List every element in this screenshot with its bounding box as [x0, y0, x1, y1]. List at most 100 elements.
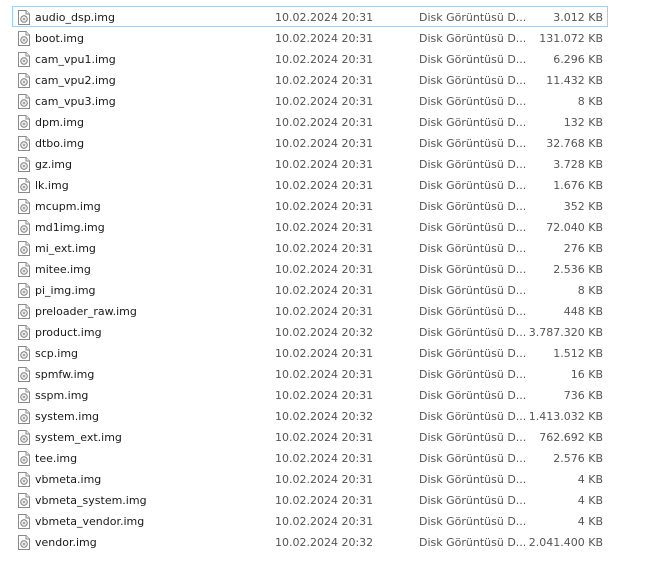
disk-image-file-icon	[17, 10, 31, 25]
file-size: 132 KB	[563, 116, 603, 129]
disk-image-file-icon	[17, 73, 31, 88]
file-name: spmfw.img	[35, 368, 95, 381]
file-row[interactable]: cam_vpu1.img 10.02.2024 20:31 Disk Görün…	[12, 48, 608, 69]
file-size: 736 KB	[563, 389, 603, 402]
file-name: audio_dsp.img	[35, 11, 115, 24]
file-name: mitee.img	[35, 263, 91, 276]
file-size: 16 KB	[570, 368, 603, 381]
file-row[interactable]: gz.img 10.02.2024 20:31 Disk Görüntüsü D…	[12, 153, 608, 174]
file-size: 3.787.320 KB	[528, 326, 603, 339]
disk-image-file-icon	[17, 262, 31, 277]
file-row[interactable]: cam_vpu2.img 10.02.2024 20:31 Disk Görün…	[12, 69, 608, 90]
file-row[interactable]: vendor.img 10.02.2024 20:32 Disk Görüntü…	[12, 531, 608, 552]
disk-image-file-icon	[17, 325, 31, 340]
file-modified-date: 10.02.2024 20:31	[275, 431, 374, 444]
disk-image-file-icon	[17, 346, 31, 361]
file-row[interactable]: vbmeta_vendor.img 10.02.2024 20:31 Disk …	[12, 510, 608, 531]
file-size: 8 KB	[577, 95, 603, 108]
file-size: 4 KB	[577, 515, 603, 528]
file-modified-date: 10.02.2024 20:31	[275, 242, 374, 255]
file-row[interactable]: spmfw.img 10.02.2024 20:31 Disk Görüntüs…	[12, 363, 608, 384]
file-name: vbmeta_system.img	[35, 494, 147, 507]
file-size: 352 KB	[563, 200, 603, 213]
file-size: 4 KB	[577, 473, 603, 486]
file-row[interactable]: mitee.img 10.02.2024 20:31 Disk Görüntüs…	[12, 258, 608, 279]
file-modified-date: 10.02.2024 20:31	[275, 452, 374, 465]
file-size: 448 KB	[563, 305, 603, 318]
file-size: 276 KB	[563, 242, 603, 255]
file-row[interactable]: sspm.img 10.02.2024 20:31 Disk Görüntüsü…	[12, 384, 608, 405]
disk-image-file-icon	[17, 451, 31, 466]
file-modified-date: 10.02.2024 20:31	[275, 74, 374, 87]
file-size: 2.576 KB	[553, 452, 603, 465]
file-list: audio_dsp.img 10.02.2024 20:31 Disk Görü…	[12, 6, 608, 552]
file-name: scp.img	[35, 347, 79, 360]
file-row[interactable]: lk.img 10.02.2024 20:31 Disk Görüntüsü D…	[12, 174, 608, 195]
file-name: gz.img	[35, 158, 73, 171]
disk-image-file-icon	[17, 31, 31, 46]
file-modified-date: 10.02.2024 20:31	[275, 494, 374, 507]
file-size: 8 KB	[577, 284, 603, 297]
file-modified-date: 10.02.2024 20:31	[275, 305, 374, 318]
file-modified-date: 10.02.2024 20:31	[275, 116, 374, 129]
file-size: 1.512 KB	[553, 347, 603, 360]
file-row[interactable]: system.img 10.02.2024 20:32 Disk Görüntü…	[12, 405, 608, 426]
file-modified-date: 10.02.2024 20:31	[275, 95, 374, 108]
file-modified-date: 10.02.2024 20:31	[275, 158, 374, 171]
file-size: 32.768 KB	[546, 137, 603, 150]
file-row[interactable]: md1img.img 10.02.2024 20:31 Disk Görüntü…	[12, 216, 608, 237]
file-name: dtbo.img	[35, 137, 85, 150]
file-modified-date: 10.02.2024 20:31	[275, 347, 374, 360]
file-row[interactable]: pi_img.img 10.02.2024 20:31 Disk Görüntü…	[12, 279, 608, 300]
disk-image-file-icon	[17, 430, 31, 445]
disk-image-file-icon	[17, 94, 31, 109]
disk-image-file-icon	[17, 409, 31, 424]
file-row[interactable]: system_ext.img 10.02.2024 20:31 Disk Gör…	[12, 426, 608, 447]
file-name: system_ext.img	[35, 431, 122, 444]
file-modified-date: 10.02.2024 20:31	[275, 32, 374, 45]
file-name: cam_vpu3.img	[35, 95, 116, 108]
file-row[interactable]: mi_ext.img 10.02.2024 20:31 Disk Görüntü…	[12, 237, 608, 258]
file-row[interactable]: vbmeta_system.img 10.02.2024 20:31 Disk …	[12, 489, 608, 510]
file-size: 131.072 KB	[539, 32, 603, 45]
disk-image-file-icon	[17, 241, 31, 256]
file-size: 11.432 KB	[546, 74, 603, 87]
file-modified-date: 10.02.2024 20:32	[275, 326, 374, 339]
file-name: vbmeta.img	[35, 473, 102, 486]
file-row[interactable]: dpm.img 10.02.2024 20:31 Disk Görüntüsü …	[12, 111, 608, 132]
disk-image-file-icon	[17, 388, 31, 403]
file-name: cam_vpu2.img	[35, 74, 116, 87]
file-size: 762.692 KB	[539, 431, 603, 444]
file-size: 6.296 KB	[553, 53, 603, 66]
file-row[interactable]: audio_dsp.img 10.02.2024 20:31 Disk Görü…	[12, 6, 608, 27]
file-name: cam_vpu1.img	[35, 53, 116, 66]
file-name: sspm.img	[35, 389, 89, 402]
file-modified-date: 10.02.2024 20:31	[275, 11, 374, 24]
disk-image-file-icon	[17, 199, 31, 214]
file-size: 72.040 KB	[546, 221, 603, 234]
file-name: system.img	[35, 410, 100, 423]
file-row[interactable]: dtbo.img 10.02.2024 20:31 Disk Görüntüsü…	[12, 132, 608, 153]
file-modified-date: 10.02.2024 20:31	[275, 137, 374, 150]
file-name: vbmeta_vendor.img	[35, 515, 145, 528]
file-row[interactable]: product.img 10.02.2024 20:32 Disk Görünt…	[12, 321, 608, 342]
file-name: tee.img	[35, 452, 78, 465]
file-row[interactable]: scp.img 10.02.2024 20:31 Disk Görüntüsü …	[12, 342, 608, 363]
file-modified-date: 10.02.2024 20:31	[275, 389, 374, 402]
disk-image-file-icon	[17, 472, 31, 487]
file-row[interactable]: mcupm.img 10.02.2024 20:31 Disk Görüntüs…	[12, 195, 608, 216]
file-name: mi_ext.img	[35, 242, 96, 255]
disk-image-file-icon	[17, 52, 31, 67]
disk-image-file-icon	[17, 367, 31, 382]
file-row[interactable]: vbmeta.img 10.02.2024 20:31 Disk Görüntü…	[12, 468, 608, 489]
file-name: preloader_raw.img	[35, 305, 137, 318]
file-row[interactable]: boot.img 10.02.2024 20:31 Disk Görüntüsü…	[12, 27, 608, 48]
file-modified-date: 10.02.2024 20:31	[275, 263, 374, 276]
file-name: boot.img	[35, 32, 85, 45]
file-size: 1.676 KB	[553, 179, 603, 192]
disk-image-file-icon	[17, 136, 31, 151]
file-row[interactable]: cam_vpu3.img 10.02.2024 20:31 Disk Görün…	[12, 90, 608, 111]
file-row[interactable]: tee.img 10.02.2024 20:31 Disk Görüntüsü …	[12, 447, 608, 468]
file-row[interactable]: preloader_raw.img 10.02.2024 20:31 Disk …	[12, 300, 608, 321]
file-modified-date: 10.02.2024 20:31	[275, 284, 374, 297]
